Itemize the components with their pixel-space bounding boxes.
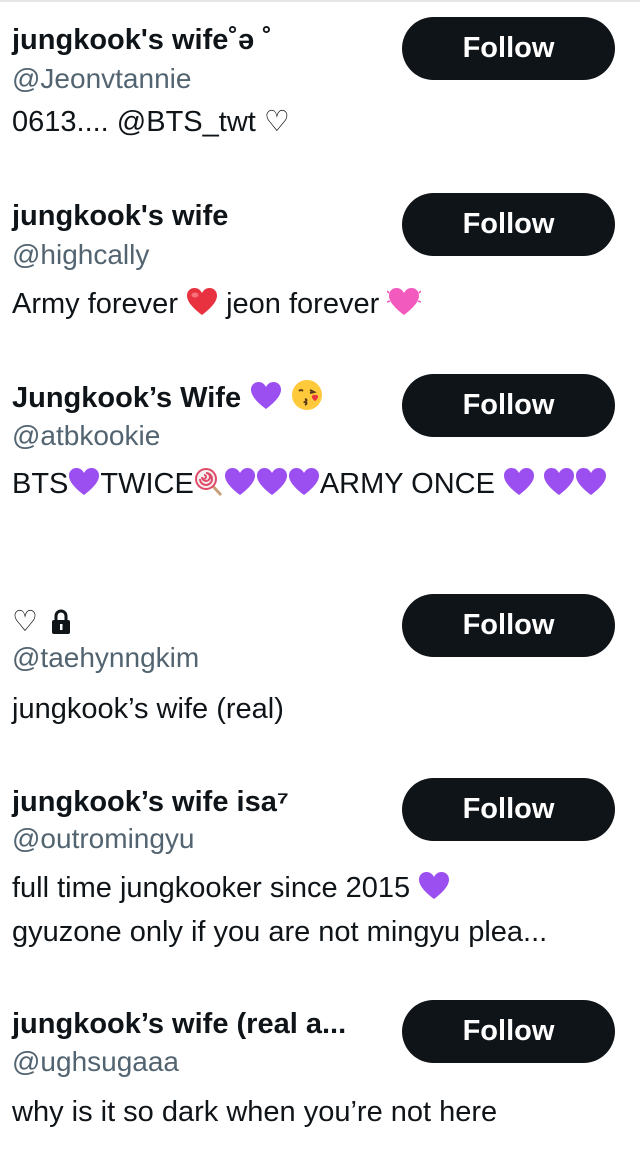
- purple-heart-icon: [419, 872, 450, 899]
- user-cell-highcally[interactable]: jungkook's wife @highcally Army forever …: [0, 178, 640, 356]
- follow-button[interactable]: Follow: [402, 374, 615, 437]
- purple-heart-icon: [288, 468, 319, 495]
- user-bio: Army forever jeon forever: [12, 282, 612, 326]
- bio-text: ARMY ONCE: [319, 468, 495, 500]
- user-bio: jungkook’s wife (real): [12, 693, 284, 725]
- user-cell-atbkookie[interactable]: Jungkook’s Wife @atbkookie BTS TWICE ARMY …: [0, 356, 640, 578]
- user-handle[interactable]: @highcally: [12, 238, 149, 272]
- kissing-face-icon: [292, 380, 323, 410]
- user-display-name: jungkook’s wife (real a...: [12, 1008, 347, 1040]
- purple-heart-icon: [576, 468, 607, 495]
- follow-button[interactable]: Follow: [402, 1000, 615, 1063]
- follow-button[interactable]: Follow: [402, 193, 615, 256]
- bio-text: TWICE: [100, 468, 194, 500]
- lollipop-icon: [194, 468, 222, 497]
- user-cell-jeonvtannie[interactable]: jungkook's wife˚ə ˚ @Jeonvtannie 0613...…: [0, 0, 640, 178]
- user-cell-taehynngkim[interactable]: ♡ @taehynngkim jungkook’s wife (real) Fo…: [0, 578, 640, 756]
- user-cell-outromingyu[interactable]: jungkook’s wife isa⁷ @outromingyu full t…: [0, 756, 640, 978]
- red-heart-icon: [187, 288, 218, 315]
- purple-heart-icon: [256, 468, 287, 495]
- bio-text: BTS: [12, 468, 69, 500]
- bio-text: gyuzone only if you are not mingyu plea.…: [12, 916, 548, 948]
- purple-heart-icon: [69, 468, 100, 495]
- outline-heart-icon: ♡: [12, 606, 38, 638]
- user-handle[interactable]: @outromingyu: [12, 822, 195, 856]
- user-cell-ughsugaaa[interactable]: jungkook’s wife (real a... @ughsugaaa wh…: [0, 978, 640, 1157]
- user-display-name: jungkook’s wife isa⁷: [12, 786, 289, 818]
- purple-heart-icon: [504, 468, 535, 495]
- follow-button[interactable]: Follow: [402, 594, 615, 657]
- bio-text: full time jungkooker since 2015: [12, 872, 411, 904]
- follow-button[interactable]: Follow: [402, 778, 615, 841]
- user-display-name: jungkook's wife˚ə ˚: [12, 24, 272, 56]
- purple-heart-icon: [544, 468, 575, 495]
- pink-heart-icon: [387, 288, 422, 315]
- user-handle[interactable]: @atbkookie: [12, 419, 160, 453]
- follow-button[interactable]: Follow: [402, 17, 615, 80]
- user-handle[interactable]: @Jeonvtannie: [12, 62, 191, 96]
- user-handle[interactable]: @ughsugaaa: [12, 1045, 179, 1079]
- user-bio: 0613.... @BTS_twt ♡: [12, 106, 290, 138]
- user-bio: why is it so dark when you’re not here: [12, 1096, 498, 1128]
- lock-icon: [52, 609, 71, 634]
- bio-text: jeon forever: [226, 288, 380, 320]
- user-bio: BTS TWICE ARMY ONCE: [12, 462, 612, 506]
- user-display-name: jungkook's wife: [12, 200, 229, 232]
- user-display-name: Jungkook’s Wife: [12, 379, 323, 416]
- purple-heart-icon: [224, 468, 255, 495]
- user-bio: full time jungkooker since 2015 gyuzone …: [12, 866, 612, 954]
- user-display-name: ♡: [12, 604, 72, 640]
- purple-heart-icon: [251, 382, 282, 409]
- bio-text: Army forever: [12, 288, 178, 320]
- user-handle[interactable]: @taehynngkim: [12, 641, 199, 675]
- display-name-text: Jungkook’s Wife: [12, 382, 242, 414]
